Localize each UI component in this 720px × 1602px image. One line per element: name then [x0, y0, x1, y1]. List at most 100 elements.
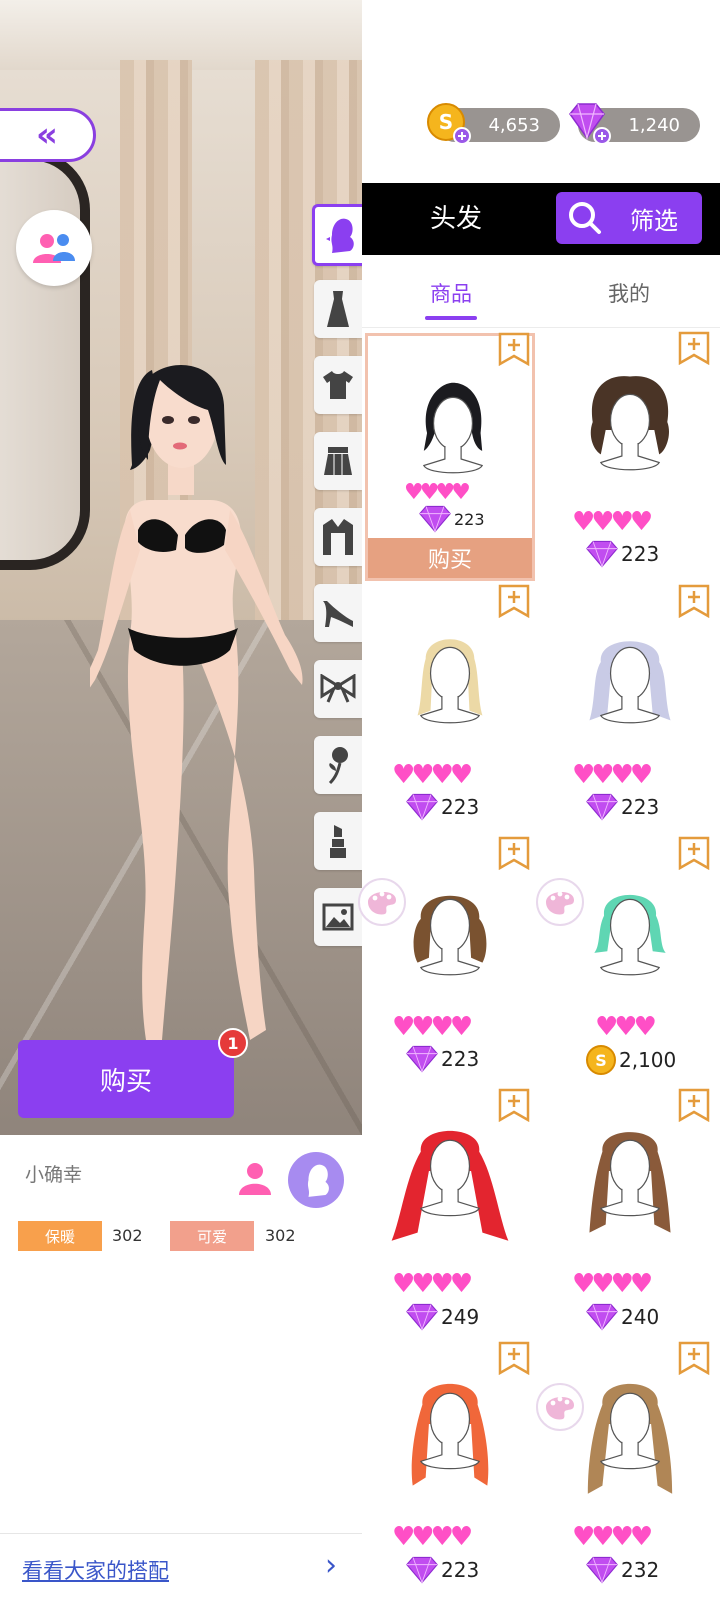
hair-item-card[interactable]: ♥♥♥♥ 232: [536, 1341, 715, 1591]
bow-icon: [320, 674, 356, 703]
hair-preview: [390, 866, 510, 1000]
category-coat[interactable]: [314, 508, 362, 566]
item-buy-button[interactable]: 购买: [368, 538, 532, 578]
rose-icon: [328, 747, 348, 785]
back-button[interactable]: «: [0, 108, 96, 162]
category-top[interactable]: [314, 356, 362, 414]
item-price: 223: [585, 792, 659, 822]
item-price-value: 240: [621, 1305, 660, 1329]
gem-icon: [406, 1045, 438, 1073]
rating-hearts: ♥♥♥♥: [404, 480, 471, 505]
hair-item-card[interactable]: ♥♥♥♥ 223: [545, 331, 715, 581]
hair-item-card[interactable]: ♥♥♥♥ 223 购买: [365, 332, 535, 581]
friends-button[interactable]: [16, 210, 92, 286]
hair-preview: [393, 364, 513, 498]
gem-icon: [586, 1303, 618, 1331]
gem-icon: [419, 505, 451, 533]
category-dress[interactable]: [314, 280, 362, 338]
item-price-value: 223: [441, 795, 480, 819]
coin-plus-icon[interactable]: S: [426, 102, 472, 146]
item-price: 240: [585, 1302, 659, 1332]
rating-hearts: ♥♥♥♥: [572, 1522, 653, 1552]
item-price-value: 223: [441, 1047, 480, 1071]
item-price-value: 232: [621, 1558, 660, 1582]
hair-preview: [570, 1104, 690, 1268]
buy-outfit-button[interactable]: 购买: [18, 1040, 234, 1118]
category-hair[interactable]: [312, 204, 364, 266]
gem-plus-icon[interactable]: [566, 102, 612, 146]
stat-value-cute: 302: [265, 1226, 296, 1245]
hair-profile-button[interactable]: [288, 1152, 344, 1208]
image-icon: [322, 903, 354, 931]
stat-tag-cute: 可爱: [170, 1221, 254, 1251]
hair-item-card[interactable]: ♥♥♥♥ 240: [545, 1088, 715, 1338]
dress-icon: [327, 291, 349, 327]
hair-preview: [570, 866, 690, 1000]
gem-icon: [406, 1303, 438, 1331]
tab-shop[interactable]: 商品: [430, 278, 472, 308]
category-skirt[interactable]: [314, 432, 362, 490]
item-price-value: 223: [441, 1558, 480, 1582]
heel-shoe-icon: [323, 601, 353, 627]
category-makeup[interactable]: [314, 812, 362, 870]
search-icon: [569, 202, 601, 234]
hair-item-card[interactable]: ♥♥♥ S 2,100: [536, 836, 715, 1086]
svg-text:S: S: [595, 1051, 607, 1070]
item-price-value: 223: [454, 509, 485, 529]
hair-preview: [570, 1357, 690, 1521]
lipstick-icon: [330, 825, 346, 858]
friends-icon: [33, 234, 75, 263]
item-price: 223: [585, 539, 659, 569]
hair-item-card[interactable]: ♥♥♥♥ 223: [358, 836, 535, 1086]
person-icon[interactable]: [237, 1160, 273, 1196]
item-price-value: 223: [621, 795, 660, 819]
hair-item-card[interactable]: ♥♥♥♥ 249: [365, 1088, 535, 1338]
hair-preview: [390, 614, 510, 748]
chevron-right-icon[interactable]: ›: [325, 1548, 337, 1583]
hair-item-card[interactable]: ♥♥♥♥ 223: [365, 1341, 535, 1591]
item-price: 232: [585, 1555, 659, 1585]
skirt-icon: [324, 447, 352, 475]
hair-item-card[interactable]: ♥♥♥♥ 223: [545, 584, 715, 834]
character-model: [90, 365, 303, 1040]
rating-hearts: ♥♥♥♥: [392, 760, 473, 790]
category-handheld[interactable]: [314, 736, 362, 794]
item-price-value: 223: [621, 542, 660, 566]
rating-hearts: ♥♥♥: [595, 1012, 657, 1042]
rating-hearts: ♥♥♥♥: [392, 1012, 473, 1042]
category-shoes[interactable]: [314, 584, 362, 642]
hair-preview: [570, 361, 690, 495]
gem-amount: 1,240: [628, 114, 680, 136]
item-price-value: 2,100: [619, 1048, 677, 1072]
rating-hearts: ♥♥♥♥: [572, 760, 653, 790]
category-background[interactable]: [314, 888, 362, 946]
category-accessory[interactable]: [314, 660, 362, 718]
hair-silhouette-icon: [307, 1164, 329, 1197]
gem-icon: [406, 793, 438, 821]
svg-text:S: S: [439, 110, 453, 134]
panel-title: 头发: [430, 204, 483, 234]
dressing-room-scene: [0, 0, 362, 1135]
rating-hearts: ♥♥♥♥: [572, 1269, 653, 1299]
coin-amount: 4,653: [488, 114, 540, 136]
shirt-icon: [323, 371, 353, 399]
gem-icon: [406, 1556, 438, 1584]
coat-icon: [323, 519, 353, 555]
filter-label: 筛选: [630, 206, 678, 235]
rating-hearts: ♥♥♥♥: [392, 1269, 473, 1299]
hair-preview: [570, 614, 690, 748]
see-others-outfits-link[interactable]: 看看大家的搭配: [22, 1555, 169, 1585]
item-price: 249: [405, 1302, 479, 1332]
hair-item-card[interactable]: ♥♥♥♥ 223: [365, 584, 535, 834]
item-price: 223: [405, 792, 479, 822]
item-price: 223: [418, 504, 485, 534]
filter-button[interactable]: 筛选: [556, 192, 702, 244]
tab-mine[interactable]: 我的: [608, 278, 650, 308]
hair-silhouette-icon: [325, 218, 354, 253]
item-price-value: 249: [441, 1305, 480, 1329]
coin-icon: S: [586, 1045, 616, 1075]
rating-hearts: ♥♥♥♥: [392, 1522, 473, 1552]
tab-active-indicator: [425, 316, 477, 320]
rating-hearts: ♥♥♥♥: [572, 507, 653, 537]
gem-icon: [586, 540, 618, 568]
